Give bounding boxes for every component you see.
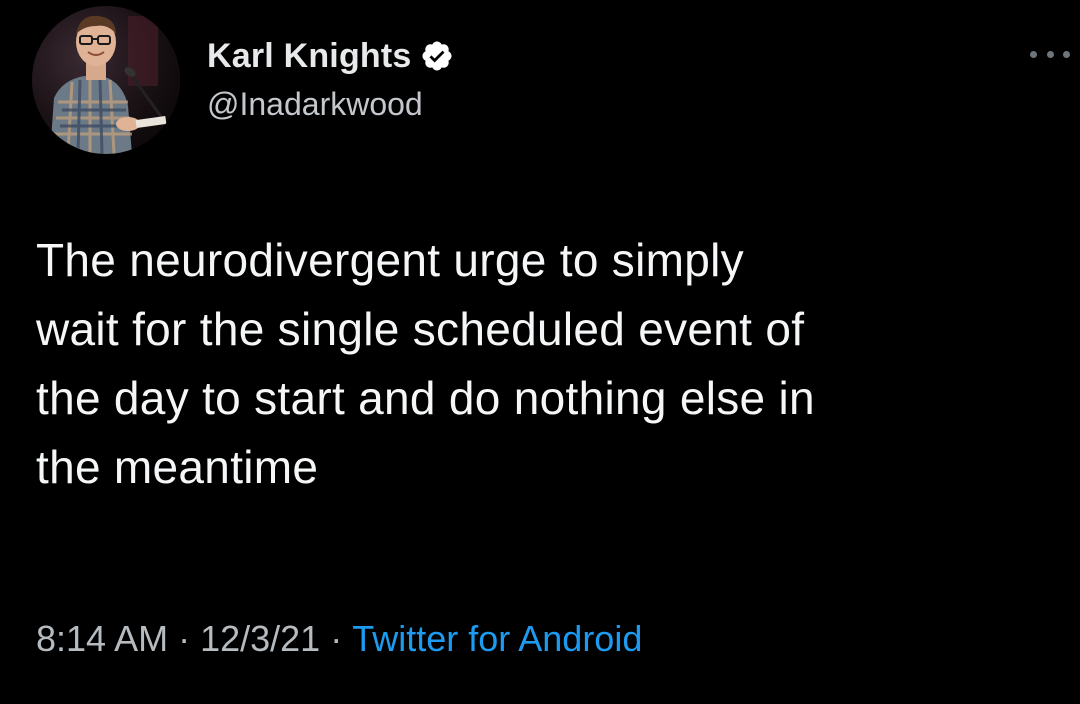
tweet-time[interactable]: 8:14 AM: [36, 618, 168, 659]
tweet-meta: 8:14 AM · 12/3/21 · Twitter for Android: [36, 618, 642, 660]
tweet: Karl Knights @Inadarkwood The neurodiver…: [0, 0, 1080, 704]
author-display-name[interactable]: Karl Knights: [207, 37, 412, 76]
avatar[interactable]: [32, 6, 180, 154]
more-dot: [1046, 50, 1054, 58]
tweet-text-line: the day to start and do nothing else in: [36, 372, 815, 424]
tweet-source-link[interactable]: Twitter for Android: [352, 618, 642, 659]
tweet-date[interactable]: 12/3/21: [200, 618, 320, 659]
tweet-text-line: The neurodivergent urge to simply: [36, 234, 744, 286]
author-name-row[interactable]: Karl Knights: [207, 34, 454, 78]
tweet-text: The neurodivergent urge to simply wait f…: [36, 226, 1066, 502]
verified-badge-icon: [420, 39, 454, 73]
avatar-image: [32, 6, 180, 154]
author-handle[interactable]: @Inadarkwood: [207, 86, 423, 123]
more-dot: [1030, 50, 1037, 58]
tweet-text-line: wait for the single scheduled event of: [36, 303, 805, 355]
meta-separator: ·: [330, 618, 343, 659]
more-dot: [1063, 50, 1070, 58]
more-options-icon[interactable]: [1030, 44, 1070, 64]
meta-separator: ·: [178, 618, 191, 659]
tweet-text-line: the meantime: [36, 441, 319, 493]
